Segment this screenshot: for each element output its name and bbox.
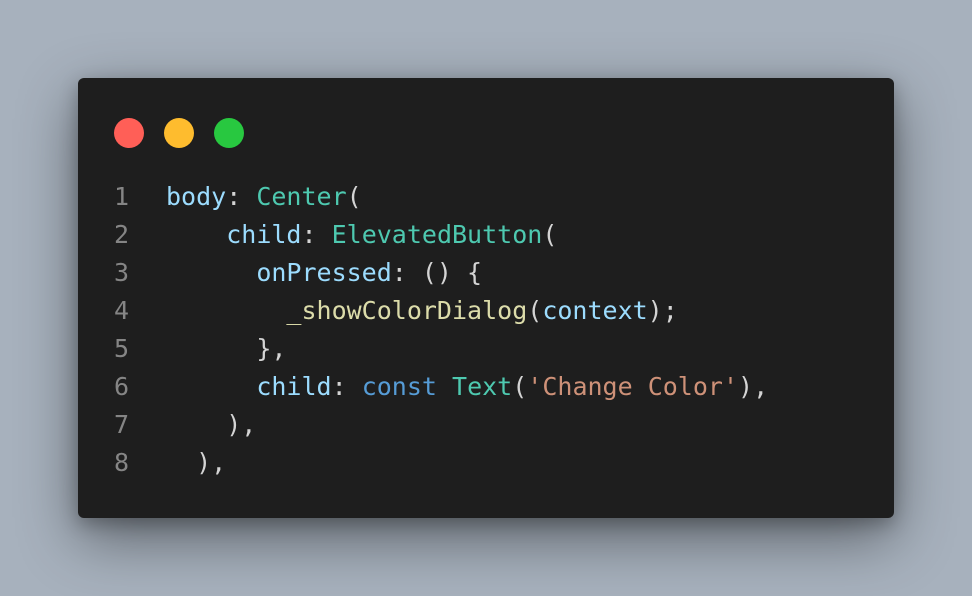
code-token: const [361, 372, 437, 401]
code-token: _showColorDialog [286, 296, 528, 325]
code-token: ); [647, 296, 678, 325]
code-line-content: onPressed: () { [166, 254, 482, 292]
code-window: 1 body: Center(2 child: ElevatedButton(3 … [78, 78, 894, 518]
code-token: ElevatedButton [331, 220, 543, 249]
code-token: 'Change Color' [527, 372, 739, 401]
code-token: onPressed [256, 258, 392, 287]
code-token: body [166, 182, 227, 211]
code-token: ( [542, 220, 558, 249]
code-line-content: _showColorDialog(context); [166, 292, 678, 330]
code-token: ( [346, 182, 362, 211]
code-token: ), [196, 448, 227, 477]
code-line-content: child: ElevatedButton( [166, 216, 557, 254]
close-dot-icon[interactable] [114, 118, 144, 148]
code-token: : () { [391, 258, 483, 287]
code-token: child [256, 372, 332, 401]
line-number: 2 [114, 220, 130, 249]
line-number: 5 [114, 334, 130, 363]
line-number: 6 [114, 372, 130, 401]
code-line-content: }, [166, 330, 286, 368]
maximize-dot-icon[interactable] [214, 118, 244, 148]
line-number: 4 [114, 296, 130, 325]
line-number: 3 [114, 258, 130, 287]
code-line-content: body: Center( [166, 178, 362, 216]
code-token: context [542, 296, 648, 325]
code-token: : [331, 372, 362, 401]
code-token: ), [226, 410, 257, 439]
code-token: ( [527, 296, 543, 325]
code-line-content: child: const Text('Change Color'), [166, 368, 768, 406]
line-number: 1 [114, 182, 130, 211]
code-token: Center [256, 182, 347, 211]
line-number: 8 [114, 448, 130, 477]
code-token: Text [452, 372, 513, 401]
code-token: }, [256, 334, 287, 363]
code-line-content: ), [166, 444, 226, 482]
code-line-content: ), [166, 406, 256, 444]
code-token: child [226, 220, 302, 249]
code-token: : [301, 220, 332, 249]
minimize-dot-icon[interactable] [164, 118, 194, 148]
code-token: ( [512, 372, 528, 401]
code-token: ), [738, 372, 769, 401]
line-number: 7 [114, 410, 130, 439]
code-token: : [226, 182, 257, 211]
